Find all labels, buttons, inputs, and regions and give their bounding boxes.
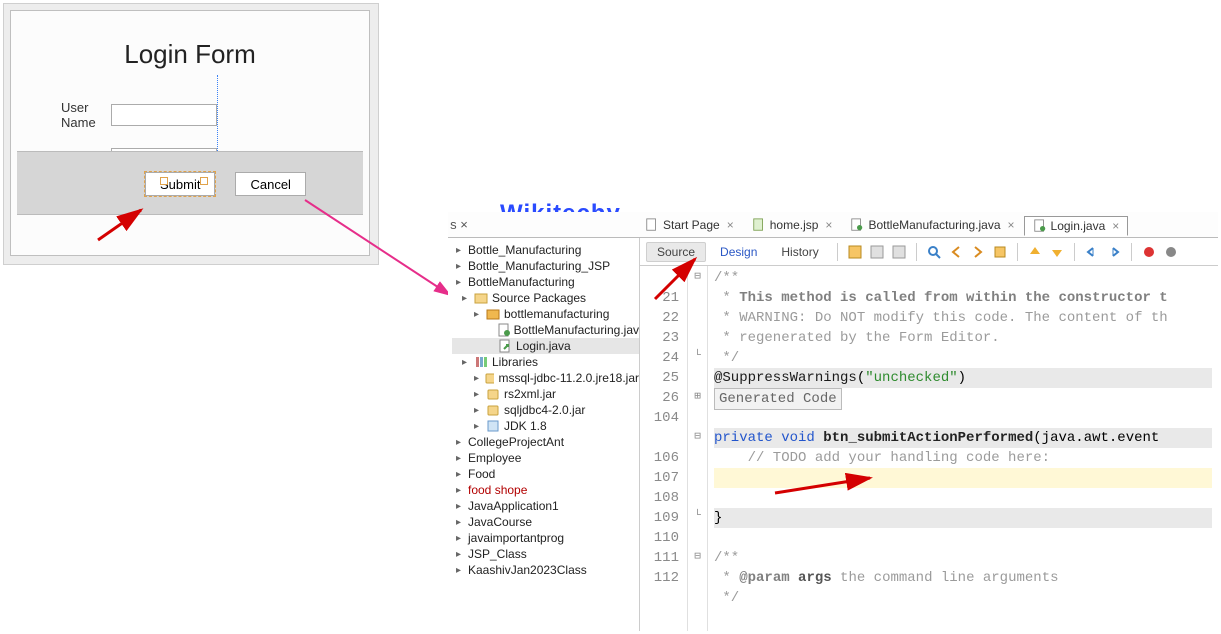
project-node[interactable]: ▸BottleManufacturing [452, 274, 639, 290]
project-node[interactable]: ▸Bottle_Manufacturing [452, 242, 639, 258]
login-designer-panel: Login Form User Name Password Submit Can… [3, 3, 379, 265]
tab-bottle-java[interactable]: BottleManufacturing.java× [841, 215, 1023, 234]
projects-panel[interactable]: ▸Bottle_Manufacturing▸Bottle_Manufacturi… [448, 238, 640, 631]
tab-start-page-label: Start Page [663, 218, 720, 232]
page-icon [645, 218, 659, 232]
toolbar-down-icon[interactable] [1048, 243, 1066, 261]
tab-login-label: Login.java [1051, 219, 1106, 233]
tab-bottle-label: BottleManufacturing.java [868, 218, 1000, 232]
project-node[interactable]: ▸Bottle_Manufacturing_JSP [452, 258, 639, 274]
project-node[interactable]: ▸mssql-jdbc-11.2.0.jre18.jar [452, 370, 639, 386]
project-node[interactable]: ▸sqljdbc4-2.0.jar [452, 402, 639, 418]
line-gutter: 212223242526104106107108109110111112 [640, 266, 688, 631]
project-node[interactable]: ▸JDK 1.8 [452, 418, 639, 434]
toolbar-icon-1[interactable] [846, 243, 864, 261]
toolbar-nav-fwd-icon[interactable] [969, 243, 987, 261]
tab-home-jsp-label: home.jsp [770, 218, 819, 232]
project-node[interactable]: ▸JavaCourse [452, 514, 639, 530]
login-title: Login Form [11, 39, 369, 70]
project-node[interactable]: ▸Source Packages [452, 290, 639, 306]
username-input[interactable] [111, 104, 217, 126]
tab-home-jsp[interactable]: home.jsp× [743, 215, 842, 234]
cancel-button[interactable]: Cancel [235, 172, 305, 196]
username-label: User Name [11, 100, 111, 130]
submit-button[interactable]: Submit [145, 172, 215, 196]
toolbar-find-icon[interactable] [925, 243, 943, 261]
fold-gutter[interactable]: ⊟└⊞⊟└⊟ [688, 266, 708, 631]
source-view-tab[interactable]: Source [646, 242, 706, 262]
toolbar-icon-2[interactable] [868, 243, 886, 261]
login-form: Login Form User Name Password Submit Can… [10, 10, 370, 256]
project-node[interactable]: BottleManufacturing.jav [452, 322, 639, 338]
tabs-close-stub[interactable]: s × [450, 217, 468, 232]
toolbar-shift-right-icon[interactable] [1105, 243, 1123, 261]
toolbar-record-icon[interactable] [1140, 243, 1158, 261]
project-node[interactable]: ▸KaashivJan2023Class [452, 562, 639, 578]
button-panel: Submit Cancel [17, 151, 363, 215]
toolbar-up-icon[interactable] [1026, 243, 1044, 261]
ide-window: s × Start Page× home.jsp× BottleManufact… [448, 212, 1218, 631]
project-node[interactable]: ▸Employee [452, 450, 639, 466]
project-node[interactable]: ▸Food [452, 466, 639, 482]
design-view-tab[interactable]: Design [710, 243, 767, 261]
tab-login-java[interactable]: Login.java× [1024, 216, 1129, 236]
project-node[interactable]: ▸rs2xml.jar [452, 386, 639, 402]
toolbar-nav-back-icon[interactable] [947, 243, 965, 261]
toolbar-stop-icon[interactable] [1162, 243, 1180, 261]
project-node[interactable]: ▸CollegeProjectAnt [452, 434, 639, 450]
editor-tabs-row: s × Start Page× home.jsp× BottleManufact… [448, 212, 1218, 238]
java-form-icon [1033, 219, 1047, 233]
editor-toolbar: Source Design History [640, 238, 1218, 266]
java-class-icon [850, 218, 864, 232]
project-node[interactable]: ▸javaimportantprog [452, 530, 639, 546]
toolbar-shift-left-icon[interactable] [1083, 243, 1101, 261]
toolbar-icon-3[interactable] [890, 243, 908, 261]
jsp-icon [752, 218, 766, 232]
project-node[interactable]: ▸JavaApplication1 [452, 498, 639, 514]
project-node[interactable]: ▸JSP_Class [452, 546, 639, 562]
tab-start-page[interactable]: Start Page× [636, 215, 743, 234]
code-content[interactable]: /** * This method is called from within … [708, 266, 1218, 631]
project-node[interactable]: ▸food shope [452, 482, 639, 498]
code-editor[interactable]: 212223242526104106107108109110111112 ⊟└⊞… [640, 266, 1218, 631]
history-view-tab[interactable]: History [771, 243, 828, 261]
toolbar-bookmark-icon[interactable] [991, 243, 1009, 261]
project-node[interactable]: ▸Libraries [452, 354, 639, 370]
editor-area: Source Design History [640, 238, 1218, 631]
project-node[interactable]: ▸bottlemanufacturing [452, 306, 639, 322]
project-node[interactable]: Login.java [452, 338, 639, 354]
